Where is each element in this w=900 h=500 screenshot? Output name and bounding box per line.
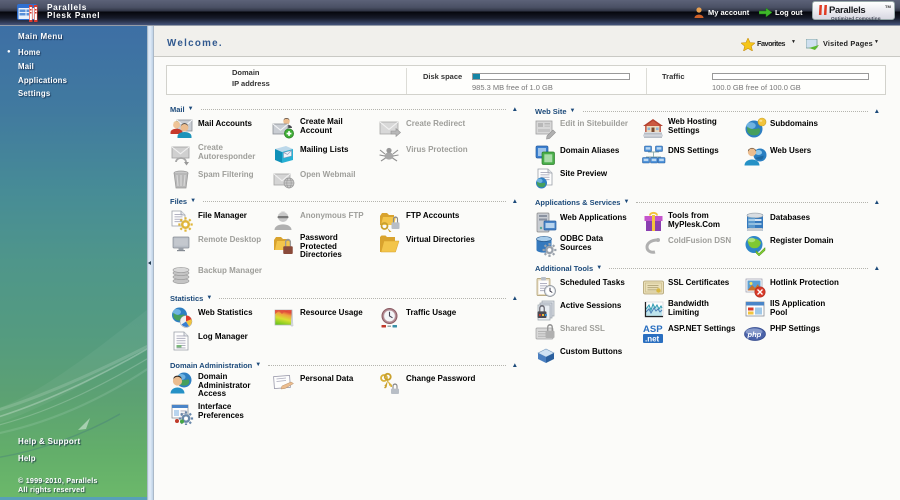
svg-text:ASP: ASP bbox=[643, 324, 663, 335]
svg-text:php: php bbox=[747, 330, 762, 339]
svg-text:.net: .net bbox=[645, 335, 660, 344]
